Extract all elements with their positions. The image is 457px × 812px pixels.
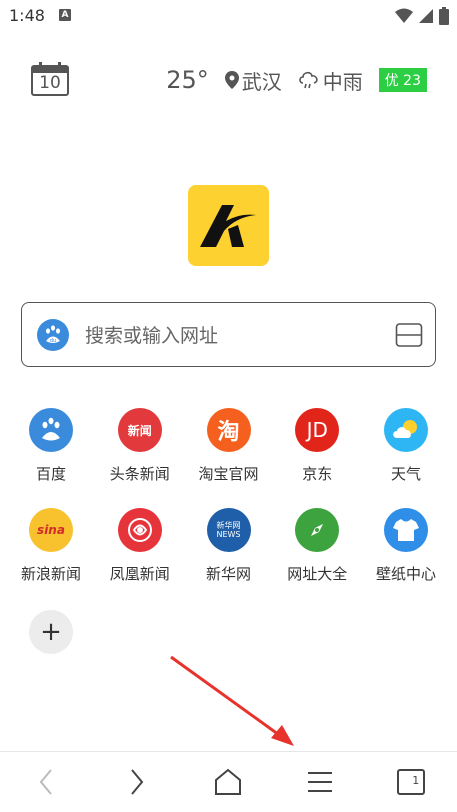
shortcut-label: 京东: [302, 465, 333, 483]
tabs-icon: [397, 769, 426, 795]
news-icon: 新闻: [117, 408, 162, 452]
ifeng-icon: [117, 508, 162, 552]
shortcut-label: 百度: [35, 465, 66, 483]
xinhua-icon-text: 新华网 NEWS: [216, 521, 241, 539]
menu-button[interactable]: [295, 757, 345, 807]
engine-label: du: [50, 338, 56, 344]
notification-icon: A: [59, 9, 71, 21]
shortcut-label: 网址大全: [287, 565, 348, 583]
taobao-icon-text: 淘: [217, 420, 240, 445]
forward-button[interactable]: [112, 757, 162, 807]
tab-count: 1: [412, 774, 420, 787]
chevron-left-icon: [39, 769, 52, 795]
status-time: 1:48: [9, 6, 45, 25]
weather-icon: [384, 408, 428, 452]
shortcut-label: 壁纸中心: [375, 565, 436, 583]
scan-icon[interactable]: [395, 321, 423, 349]
search-input[interactable]: 搜索或输入网址: [85, 321, 395, 348]
shortcut-label: 天气: [390, 465, 421, 483]
shortcut-toutiao[interactable]: 新闻 头条新闻: [96, 408, 184, 508]
news-icon-text: 新闻: [127, 423, 152, 438]
shortcut-row-1: 百度 新闻 头条新闻 淘 淘宝官网 JD 京东 天气: [7, 408, 450, 508]
calendar-widget[interactable]: 10: [31, 62, 69, 96]
location-label: 武汉: [241, 69, 282, 94]
baidu-paw-icon[interactable]: du: [37, 318, 69, 351]
shortcut-url-directory[interactable]: 网址大全: [273, 508, 361, 608]
shortcut-grid: 百度 新闻 头条新闻 淘 淘宝官网 JD 京东 天气 sina 新浪新闻 凤凰新…: [7, 408, 450, 608]
shortcut-wallpaper[interactable]: 壁纸中心: [362, 508, 450, 608]
back-button[interactable]: [21, 757, 71, 807]
shortcut-label: 头条新闻: [109, 465, 170, 483]
browser-logo: [188, 185, 269, 266]
jd-icon-text: JD: [306, 418, 328, 442]
logo-a-icon: [200, 205, 256, 247]
shortcut-label: 凤凰新闻: [109, 565, 170, 583]
shortcut-xinhua[interactable]: 新华网 NEWS 新华网: [185, 508, 273, 608]
aqi-badge: 优 23: [378, 68, 427, 92]
shortcut-sina[interactable]: sina 新浪新闻: [7, 508, 95, 608]
sina-icon-text: sina: [37, 523, 65, 537]
battery-icon: [439, 7, 449, 25]
taobao-icon: 淘: [206, 408, 251, 452]
home-icon: [215, 768, 242, 795]
compass-icon: [295, 508, 340, 552]
temperature: 25°: [166, 66, 209, 94]
shortcut-weather[interactable]: 天气: [362, 408, 450, 508]
cloud-rain-icon: [298, 71, 318, 89]
calendar-day: 10: [39, 73, 61, 93]
weather-widget[interactable]: 25° 武汉 中雨 优 23: [166, 64, 427, 96]
shortcut-row-2: sina 新浪新闻 凤凰新闻 新华网 NEWS 新华网 网址大全 壁纸中心: [7, 508, 450, 608]
add-shortcut-button[interactable]: +: [29, 610, 73, 654]
chevron-right-icon: [131, 769, 144, 795]
shortcut-taobao[interactable]: 淘 淘宝官网: [185, 408, 273, 508]
menu-icon: [307, 772, 332, 792]
weather-label: 中雨: [322, 69, 363, 94]
location: 武汉: [224, 66, 282, 95]
baidu-icon: [29, 408, 73, 452]
shortcut-ifeng[interactable]: 凤凰新闻: [96, 508, 184, 608]
jd-icon: JD: [295, 408, 340, 452]
weather-condition: 中雨: [298, 66, 363, 95]
status-indicators: [395, 7, 449, 25]
shortcut-label: 新华网: [205, 565, 251, 583]
sina-icon: sina: [29, 508, 73, 552]
search-bar[interactable]: du 搜索或输入网址: [21, 302, 436, 367]
shortcut-label: 淘宝官网: [198, 465, 259, 483]
wifi-icon: [395, 8, 413, 23]
xinhua-icon: 新华网 NEWS: [206, 508, 251, 552]
signal-icon: [419, 9, 433, 23]
annotation-arrow: [170, 655, 294, 746]
bottom-navigation: 1: [0, 751, 457, 812]
shortcut-baidu[interactable]: 百度: [7, 408, 95, 508]
shortcut-label: 新浪新闻: [20, 565, 81, 583]
home-button[interactable]: [203, 757, 253, 807]
tshirt-icon: [384, 508, 428, 552]
tabs-button[interactable]: 1: [386, 757, 436, 807]
shortcut-jd[interactable]: JD 京东: [273, 408, 361, 508]
status-bar: 1:48 A: [0, 0, 457, 32]
location-pin-icon: [224, 71, 239, 89]
